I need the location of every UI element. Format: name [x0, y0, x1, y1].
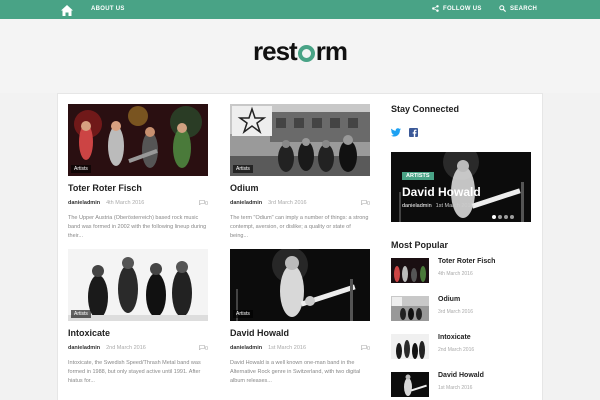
top-nav-bar: ABOUT US FOLLOW US SEARCH	[0, 0, 600, 19]
featured-date: 1st March 2016	[435, 203, 474, 209]
comment-count[interactable]: 0	[199, 200, 208, 207]
nav-search-label: SEARCH	[510, 6, 538, 12]
nav-follow-us[interactable]: FOLLOW US	[432, 0, 482, 19]
post-author[interactable]: danieladmin	[230, 345, 262, 351]
featured-category-tag[interactable]: ARTISTS	[402, 172, 434, 180]
slider-dot[interactable]	[498, 215, 502, 219]
comment-count-value: 0	[204, 346, 208, 352]
post-date: 3rd March 2016	[268, 200, 307, 206]
post-excerpt: David Howald is a well known one-man ban…	[230, 360, 361, 384]
popular-item[interactable]: David Howald 1st March 2016	[391, 372, 531, 400]
featured-meta: danieladmin 1st March 2016	[402, 203, 474, 209]
comment-count-value: 0	[366, 346, 370, 352]
popular-thumbnail[interactable]	[391, 372, 429, 397]
nav-search[interactable]: SEARCH	[499, 0, 537, 19]
post-title[interactable]: Intoxicate	[68, 328, 110, 338]
post-category-tag[interactable]: Artists	[233, 165, 253, 173]
slider-dot[interactable]	[510, 215, 514, 219]
post-image[interactable]: Artists	[230, 104, 370, 176]
popular-title[interactable]: Toter Roter Fisch	[438, 258, 495, 265]
comment-count[interactable]: 0	[199, 345, 208, 352]
post-meta: danieladmin 1st March 2016 0	[230, 345, 370, 352]
popular-title[interactable]: David Howald	[438, 372, 484, 379]
site-header: rest rm	[0, 19, 600, 93]
popular-title[interactable]: Odium	[438, 296, 460, 303]
post-date: 1st March 2016	[268, 345, 307, 351]
nav-about-us[interactable]: ABOUT US	[91, 0, 125, 19]
popular-thumbnail[interactable]	[391, 258, 429, 283]
most-popular-heading: Most Popular	[391, 240, 449, 250]
popular-date: 2nd March 2016	[438, 347, 475, 353]
post-title[interactable]: David Howald	[230, 328, 289, 338]
logo-o-ring	[297, 45, 315, 62]
facebook-icon[interactable]	[409, 124, 419, 137]
logo-text-end: rm	[315, 36, 348, 66]
nav-follow-label: FOLLOW US	[443, 6, 482, 12]
popular-date: 3rd March 2016	[438, 309, 474, 315]
comment-count[interactable]: 0	[361, 345, 370, 352]
featured-author[interactable]: danieladmin	[402, 203, 432, 209]
post-author[interactable]: danieladmin	[68, 345, 100, 351]
search-icon	[499, 5, 507, 12]
post-author[interactable]: danieladmin	[230, 200, 262, 206]
post-category-tag[interactable]: Artists	[233, 310, 253, 318]
post-title[interactable]: Odium	[230, 183, 259, 193]
post-meta: danieladmin 4th March 2016 0	[68, 200, 208, 207]
comment-count-value: 0	[204, 201, 208, 207]
featured-slider[interactable]: ARTISTS David Howald danieladmin 1st Marc…	[391, 152, 531, 222]
popular-thumbnail[interactable]	[391, 296, 429, 321]
logo-text-start: rest	[253, 36, 298, 66]
post-excerpt: Intoxicate, the Swedish Speed/Thrash Met…	[68, 360, 201, 384]
slider-dot[interactable]	[504, 215, 508, 219]
share-icon	[432, 5, 439, 12]
post-image[interactable]: Artists	[230, 249, 370, 321]
comment-count-value: 0	[366, 201, 370, 207]
popular-thumbnail[interactable]	[391, 334, 429, 359]
post-category-tag[interactable]: Artists	[71, 165, 91, 173]
comment-count[interactable]: 0	[361, 200, 370, 207]
twitter-icon[interactable]	[391, 124, 401, 137]
post-date: 4th March 2016	[106, 200, 145, 206]
popular-title[interactable]: Intoxicate	[438, 334, 471, 341]
post-image[interactable]: Artists	[68, 249, 208, 321]
post-title[interactable]: Toter Roter Fisch	[68, 183, 142, 193]
site-logo[interactable]: rest rm	[0, 36, 600, 67]
slider-dots[interactable]	[492, 206, 516, 222]
post-excerpt: The term "Odium" can imply a number of t…	[230, 215, 369, 239]
slider-dot[interactable]	[492, 215, 496, 219]
post-image[interactable]: Artists	[68, 104, 208, 176]
post-meta: danieladmin 3rd March 2016 0	[230, 200, 370, 207]
post-author[interactable]: danieladmin	[68, 200, 100, 206]
post-date: 2nd March 2016	[106, 345, 146, 351]
popular-item[interactable]: Toter Roter Fisch 4th March 2016	[391, 258, 531, 286]
post-category-tag[interactable]: Artists	[71, 310, 91, 318]
popular-date: 1st March 2016	[438, 385, 473, 391]
popular-date: 4th March 2016	[438, 271, 473, 277]
popular-item[interactable]: Intoxicate 2nd March 2016	[391, 334, 531, 362]
post-meta: danieladmin 2nd March 2016 0	[68, 345, 208, 352]
featured-title[interactable]: David Howald	[402, 185, 481, 199]
popular-item[interactable]: Odium 3rd March 2016	[391, 296, 531, 324]
home-icon[interactable]	[61, 3, 75, 16]
stay-connected-heading: Stay Connected	[391, 104, 460, 114]
post-excerpt: The Upper Austria (Oberösterreich) based…	[68, 215, 207, 239]
